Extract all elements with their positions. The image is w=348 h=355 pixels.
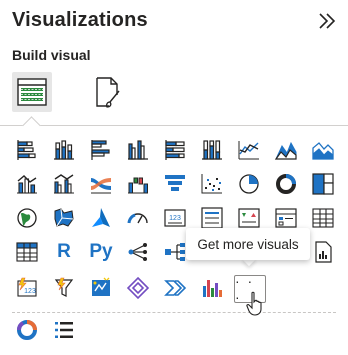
active-tab-indicator — [22, 116, 41, 135]
table-fields-icon — [17, 78, 47, 106]
svg-text:123: 123 — [24, 288, 36, 295]
clustered-column-chart-icon[interactable] — [124, 136, 152, 164]
table-icon[interactable] — [309, 204, 337, 232]
power-automate-chevron-icon[interactable] — [161, 274, 189, 302]
hand-pointer-cursor-icon — [246, 291, 262, 316]
build-visual-tab[interactable] — [12, 72, 52, 112]
azure-map-icon[interactable] — [87, 204, 115, 232]
format-visual-tab[interactable] — [88, 72, 128, 112]
paginated-report-icon[interactable] — [309, 238, 337, 266]
clustered-bar-chart-icon[interactable] — [87, 136, 115, 164]
visual-gallery: 123 R Py 123 — [13, 136, 343, 340]
q-and-a-visual-icon[interactable] — [13, 316, 41, 344]
donut-chart-icon[interactable] — [272, 170, 300, 198]
tooltip-text: Get more visuals — [197, 236, 299, 252]
smart-narrative-icon[interactable] — [87, 274, 115, 302]
gauge-icon[interactable] — [124, 204, 152, 232]
paintbrush-page-icon — [96, 77, 120, 108]
power-apps-diamond-icon[interactable] — [124, 274, 152, 302]
double-chevron-right-icon[interactable] — [316, 10, 338, 32]
map-icon[interactable] — [13, 204, 41, 232]
svg-text:123: 123 — [169, 215, 181, 222]
line-chart-icon[interactable] — [235, 136, 263, 164]
stacked-column-chart-icon[interactable] — [50, 136, 78, 164]
stacked-bar-chart-icon[interactable] — [13, 136, 41, 164]
pie-chart-icon[interactable] — [235, 170, 263, 198]
r-script-visual-icon[interactable]: R — [50, 238, 78, 266]
waterfall-chart-icon[interactable] — [124, 170, 152, 198]
section-divider — [0, 125, 348, 126]
gallery-separator — [12, 312, 336, 313]
matrix-icon[interactable] — [13, 238, 41, 266]
treemap-icon[interactable] — [309, 170, 337, 198]
filled-map-icon[interactable] — [50, 204, 78, 232]
pane-title: Visualizations — [12, 9, 148, 31]
funnel-chart-icon[interactable] — [161, 170, 189, 198]
tooltip: Get more visuals — [186, 228, 310, 260]
100-percent-stacked-bar-chart-icon[interactable] — [161, 136, 189, 164]
python-visual-icon[interactable]: Py — [87, 238, 115, 266]
decomposition-tree-icon[interactable] — [161, 238, 189, 266]
power-automate-visual-icon[interactable] — [50, 274, 78, 302]
line-and-clustered-column-chart-icon[interactable] — [50, 170, 78, 198]
key-influencers-icon[interactable] — [124, 238, 152, 266]
ribbon-chart-icon[interactable] — [87, 170, 115, 198]
stacked-area-chart-icon[interactable] — [309, 136, 337, 164]
list-visual-icon[interactable] — [50, 316, 78, 344]
line-and-stacked-column-chart-icon[interactable] — [13, 170, 41, 198]
custom-visual-chart-icon[interactable] — [198, 274, 226, 302]
card-icon[interactable]: 123 — [161, 204, 189, 232]
visualizations-pane: Visualizations Build visual 123 R Py 123… — [0, 0, 348, 355]
build-visual-label: Build visual — [12, 47, 91, 63]
100-percent-stacked-column-chart-icon[interactable] — [198, 136, 226, 164]
scatter-chart-icon[interactable] — [198, 170, 226, 198]
power-apps-visual-icon[interactable]: 123 — [13, 274, 41, 302]
area-chart-icon[interactable] — [272, 136, 300, 164]
